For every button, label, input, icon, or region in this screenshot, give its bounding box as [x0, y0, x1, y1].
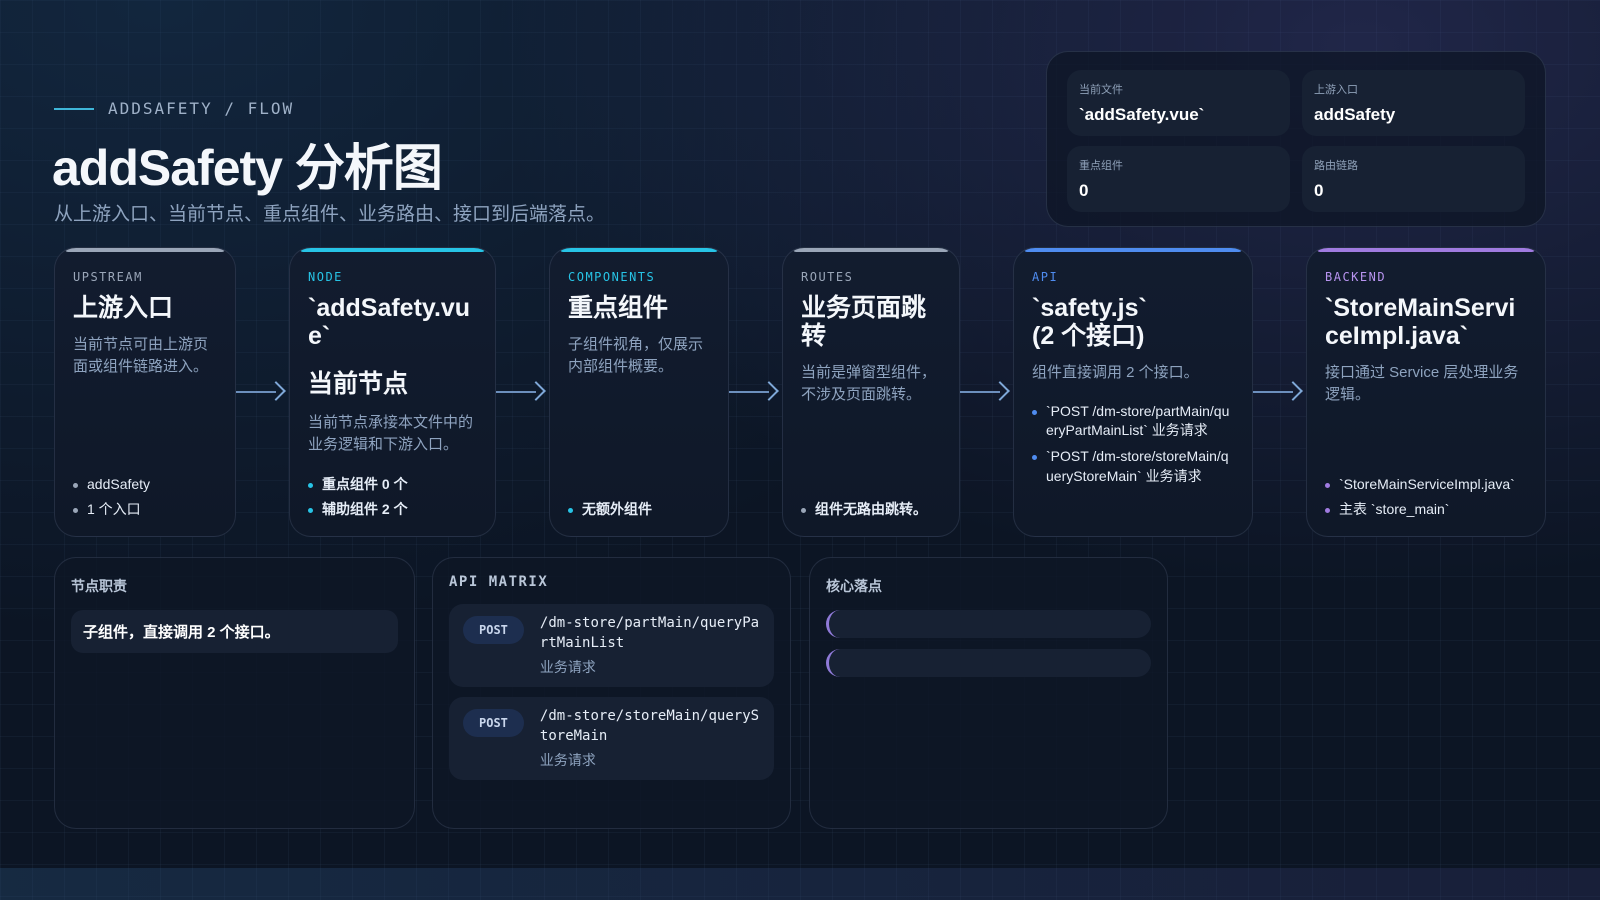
- eyebrow-line: [54, 107, 94, 110]
- card-desc: 当前节点可由上游页面或组件链路进入。: [73, 336, 209, 375]
- arrow-right-icon: [496, 380, 546, 404]
- api-path: /dm-store/storeMain/queryStoreMain: [539, 708, 760, 744]
- card-tag: ROUTES: [801, 270, 854, 284]
- card-tag: NODE: [308, 270, 343, 284]
- arrow-right-icon: [236, 380, 286, 404]
- stat-routes: 路由链路 0: [1302, 146, 1525, 212]
- api-path: /dm-store/partMain/queryPartMainList: [539, 615, 760, 651]
- card-tag: UPSTREAM: [73, 270, 143, 284]
- stat-value: addSafety: [1314, 105, 1396, 124]
- card-list: 重点组件 0 个 辅助组件 2 个: [308, 469, 477, 520]
- panel-title: 节点职责: [71, 578, 127, 594]
- list-item: 1 个入口: [73, 500, 217, 520]
- bottom-band: [0, 868, 1600, 900]
- stat-value: 0: [1314, 181, 1324, 200]
- card-tag: BACKEND: [1325, 270, 1387, 284]
- card-list: addSafety 1 个入口: [73, 469, 217, 520]
- page-subtitle: 从上游入口、当前节点、重点组件、业务路由、接口到后端落点。: [54, 204, 606, 225]
- list-item: `StoreMainServiceImpl.java`: [1325, 475, 1527, 495]
- stat-upstream: 上游入口 addSafety: [1302, 70, 1525, 136]
- card-list: 无额外组件: [568, 494, 710, 520]
- list-item: 重点组件 0 个: [308, 475, 477, 495]
- list-item: 组件无路由跳转。: [801, 500, 941, 520]
- stat-label: 当前文件: [1079, 84, 1123, 96]
- stat-label: 路由链路: [1314, 160, 1358, 172]
- method-badge: POST: [463, 709, 524, 738]
- summary-panel: 当前文件 `addSafety.vue` 上游入口 addSafety 重点组件…: [1046, 51, 1546, 227]
- arrow-right-icon: [729, 380, 779, 404]
- card-subtitle: 当前节点: [308, 370, 409, 398]
- eyebrow: ADDSAFETY / FLOW: [54, 99, 294, 118]
- stat-current-file: 当前文件 `addSafety.vue`: [1067, 70, 1290, 136]
- card-title: 业务页面跳转: [801, 294, 927, 350]
- api-item[interactable]: POST /dm-store/storeMain/queryStoreMain …: [449, 697, 774, 781]
- card-tag: API: [1032, 270, 1059, 284]
- api-note: 业务请求: [539, 752, 596, 769]
- panel-title: API MATRIX: [449, 574, 549, 590]
- core-item-placeholder: [826, 649, 1151, 677]
- list-item: 主表 `store_main`: [1325, 500, 1527, 520]
- card-list: `StoreMainServiceImpl.java` 主表 `store_ma…: [1325, 469, 1527, 520]
- list-item: addSafety: [73, 475, 217, 495]
- card-components: COMPONENTS 重点组件 子组件视角，仅展示内部组件概要。 无额外组件: [549, 247, 729, 537]
- api-item[interactable]: POST /dm-store/partMain/queryPartMainLis…: [449, 604, 774, 688]
- panel-core-landing: 核心落点: [809, 557, 1168, 829]
- card-desc: 当前节点承接本文件中的业务逻辑和下游入口。: [308, 414, 474, 453]
- api-note: 业务请求: [539, 659, 596, 676]
- list-item: `POST /dm-store/storeMain/queryStoreMain…: [1032, 447, 1234, 486]
- card-desc: 子组件视角，仅展示内部组件概要。: [568, 336, 704, 375]
- duty-text: 子组件，直接调用 2 个接口。: [71, 610, 398, 653]
- card-list: 组件无路由跳转。: [801, 494, 941, 520]
- card-title: 重点组件: [568, 294, 669, 322]
- card-desc: 组件直接调用 2 个接口。: [1032, 364, 1199, 381]
- stat-label: 上游入口: [1314, 84, 1358, 96]
- card-node: NODE `addSafety.vue` 当前节点 当前节点承接本文件中的业务逻…: [289, 247, 496, 537]
- card-title: 上游入口: [73, 294, 174, 322]
- arrow-right-icon: [960, 380, 1010, 404]
- card-desc: 当前是弹窗型组件，不涉及页面跳转。: [801, 364, 937, 403]
- list-item: `POST /dm-store/partMain/queryPartMainLi…: [1032, 402, 1234, 441]
- card-title: `StoreMainServiceImpl.java`: [1325, 294, 1516, 350]
- list-item: 无额外组件: [568, 500, 710, 520]
- api-info: /dm-store/partMain/queryPartMainList 业务请…: [540, 614, 760, 677]
- eyebrow-text: ADDSAFETY / FLOW: [108, 99, 295, 118]
- card-routes: ROUTES 业务页面跳转 当前是弹窗型组件，不涉及页面跳转。 组件无路由跳转。: [782, 247, 960, 537]
- card-backend: BACKEND `StoreMainServiceImpl.java` 接口通过…: [1306, 247, 1546, 537]
- method-badge: POST: [463, 616, 524, 644]
- panel-node-duty: 节点职责 子组件，直接调用 2 个接口。: [54, 557, 415, 829]
- card-list: `POST /dm-store/partMain/queryPartMainLi…: [1032, 396, 1234, 486]
- card-tag: COMPONENTS: [568, 270, 656, 284]
- stat-value: `addSafety.vue`: [1079, 105, 1205, 124]
- stat-value: 0: [1079, 181, 1089, 200]
- card-title: `safety.js`: [1032, 294, 1147, 322]
- card-title: `addSafety.vue`: [308, 294, 471, 350]
- page-title: addSafety 分析图: [52, 140, 443, 196]
- stat-components: 重点组件 0: [1067, 146, 1290, 212]
- panel-api-matrix: API MATRIX POST /dm-store/partMain/query…: [432, 557, 791, 829]
- card-api: API `safety.js` (2 个接口) 组件直接调用 2 个接口。 `P…: [1013, 247, 1253, 537]
- arrow-right-icon: [1253, 380, 1303, 404]
- api-info: /dm-store/storeMain/queryStoreMain 业务请求: [540, 707, 760, 770]
- card-upstream: UPSTREAM 上游入口 当前节点可由上游页面或组件链路进入。 addSafe…: [54, 247, 236, 537]
- list-item: 辅助组件 2 个: [308, 500, 477, 520]
- panel-title: 核心落点: [826, 578, 882, 594]
- core-item-placeholder: [826, 610, 1151, 638]
- card-title-line2: (2 个接口): [1032, 322, 1145, 350]
- stat-label: 重点组件: [1079, 160, 1123, 172]
- card-desc: 接口通过 Service 层处理业务逻辑。: [1325, 364, 1519, 403]
